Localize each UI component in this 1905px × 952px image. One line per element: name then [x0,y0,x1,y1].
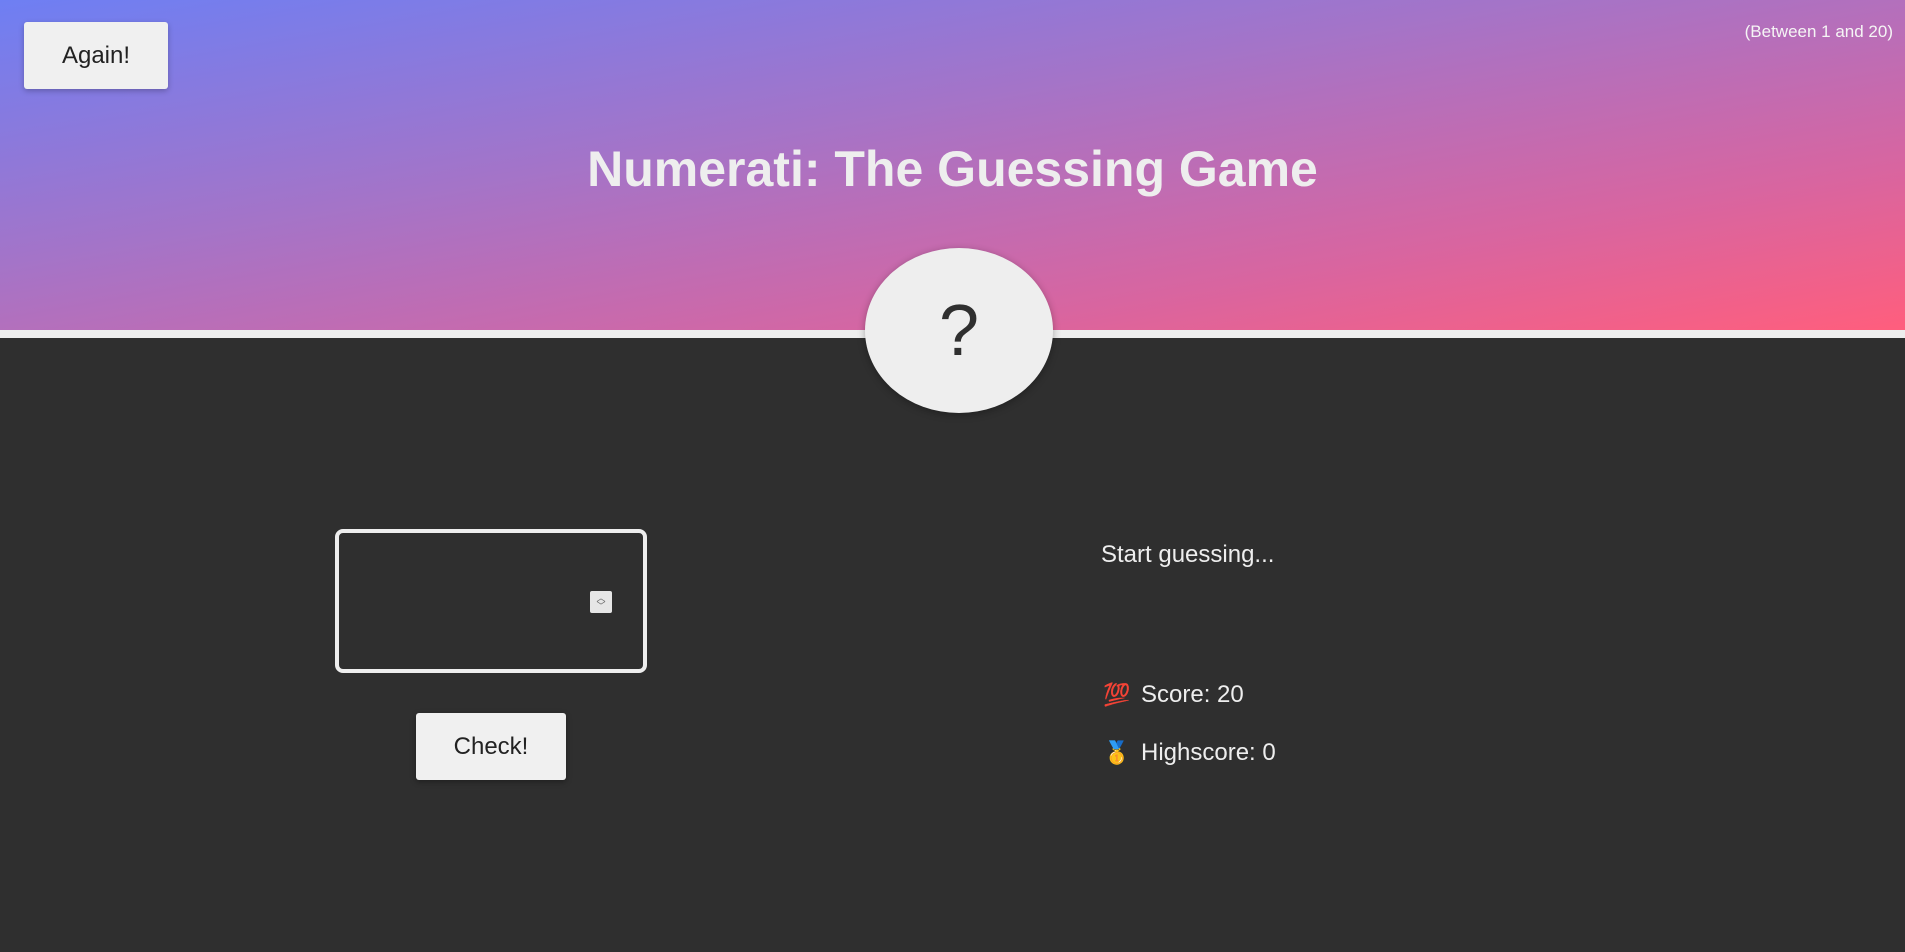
again-button[interactable]: Again! [24,22,168,89]
range-hint: (Between 1 and 20) [1744,22,1893,41]
spinner-down-icon[interactable]: ﹀ [596,602,605,611]
secret-number: ? [865,248,1053,413]
page-title: Numerati: The Guessing Game [587,141,1318,197]
score-display: 💯 Score: 20 [1103,681,1244,709]
check-button[interactable]: Check! [416,713,566,780]
hundred-points-icon: 💯 [1103,682,1131,707]
guess-input[interactable]: ︿ ﹀ [335,529,647,673]
highscore-label: Highscore: 0 [1141,739,1276,766]
highscore-display: 🥇 Highscore: 0 [1103,739,1276,767]
gold-medal-icon: 🥇 [1103,740,1131,765]
score-label: Score: 20 [1141,681,1244,708]
number-spinner-icon[interactable]: ︿ ﹀ [590,591,612,613]
status-message: Start guessing... [1101,541,1275,568]
